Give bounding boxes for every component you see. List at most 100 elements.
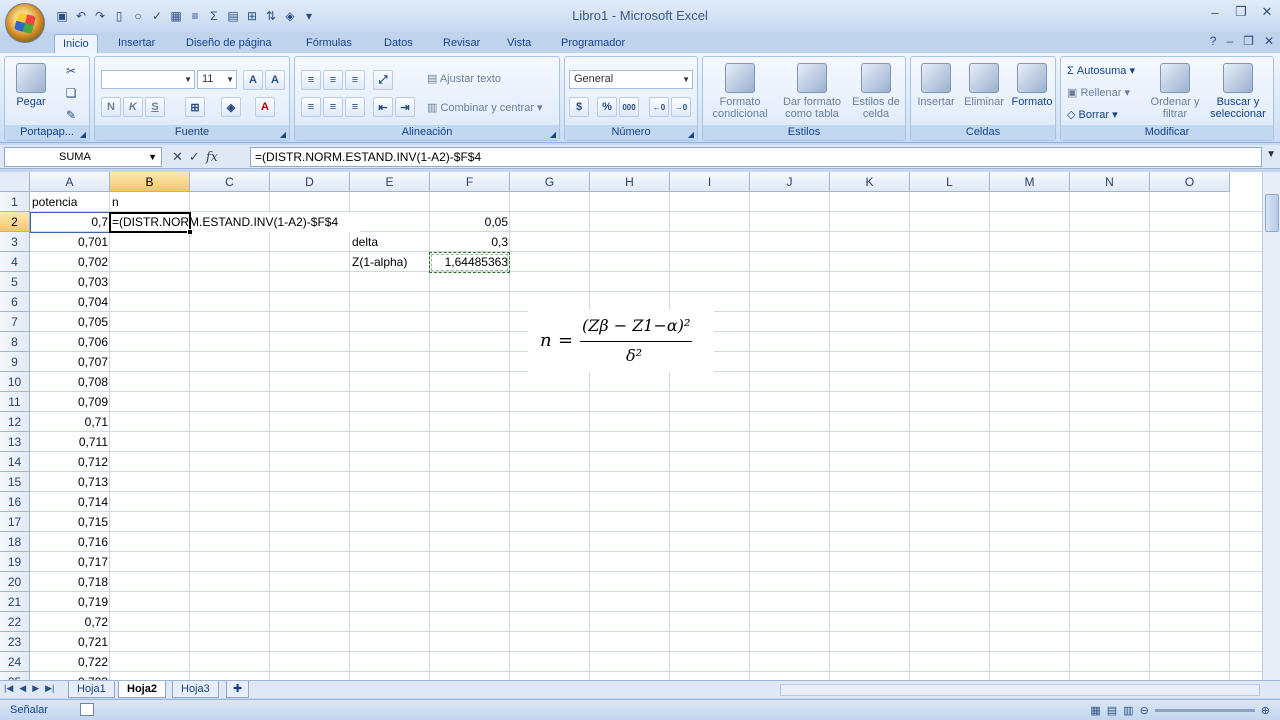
minimize-icon[interactable]: –: [1202, 0, 1228, 24]
column-header-n[interactable]: N: [1070, 172, 1150, 192]
row-header-18[interactable]: 18: [0, 532, 30, 552]
font-color-icon[interactable]: A: [255, 97, 275, 117]
currency-button[interactable]: $: [569, 97, 589, 117]
cell-a15[interactable]: 0,713: [30, 472, 110, 492]
row-header-11[interactable]: 11: [0, 392, 30, 412]
format-cells-button[interactable]: Formato: [1009, 63, 1055, 108]
cell-a5[interactable]: 0,703: [30, 272, 110, 292]
column-header-c[interactable]: C: [190, 172, 270, 192]
cell-a7[interactable]: 0,705: [30, 312, 110, 332]
column-header-f[interactable]: F: [430, 172, 510, 192]
tab-programador[interactable]: Programador: [553, 34, 633, 54]
row-header-2[interactable]: 2: [0, 212, 30, 232]
cell-a2[interactable]: 0,7: [30, 212, 110, 232]
enter-icon[interactable]: ✓: [189, 149, 200, 165]
equation-object[interactable]: n = (Zβ − Z1−α)² δ²: [528, 310, 714, 372]
sheet-tab-hoja3[interactable]: Hoja3: [172, 681, 219, 698]
copy-icon[interactable]: ❏: [63, 85, 79, 101]
cell-f4[interactable]: 1,64485363: [430, 252, 510, 272]
cell-a19[interactable]: 0,717: [30, 552, 110, 572]
column-header-l[interactable]: L: [910, 172, 990, 192]
column-header-j[interactable]: J: [750, 172, 830, 192]
launcher-icon[interactable]: ◢: [280, 127, 286, 142]
tab-inicio[interactable]: Inicio: [54, 34, 98, 54]
insert-sheet-icon[interactable]: ✚: [226, 681, 250, 698]
row-header-1[interactable]: 1: [0, 192, 30, 212]
row-header-23[interactable]: 23: [0, 632, 30, 652]
row-header-16[interactable]: 16: [0, 492, 30, 512]
row-header-4[interactable]: 4: [0, 252, 30, 272]
zoom-out-icon[interactable]: ⊖: [1140, 704, 1149, 717]
cell-a23[interactable]: 0,721: [30, 632, 110, 652]
wrap-text-button[interactable]: ▤ Ajustar texto: [427, 69, 501, 89]
macro-record-icon[interactable]: [80, 703, 94, 716]
row-header-25[interactable]: 25: [0, 672, 30, 680]
last-sheet-icon[interactable]: ▶|: [45, 683, 54, 694]
italic-button[interactable]: K: [123, 97, 143, 117]
vertical-scrollbar[interactable]: [1262, 172, 1280, 680]
fill-color-icon[interactable]: ◈: [221, 97, 241, 117]
cell-a1[interactable]: potencia: [30, 192, 110, 212]
row-header-19[interactable]: 19: [0, 552, 30, 572]
cell-b1[interactable]: n: [110, 192, 190, 212]
help-icon[interactable]: ?: [1210, 34, 1217, 48]
cut-icon[interactable]: ✂: [63, 63, 79, 79]
borders-icon[interactable]: ⊞: [185, 97, 205, 117]
align-bottom-icon[interactable]: ≡: [345, 70, 365, 90]
column-header-a[interactable]: A: [30, 172, 110, 192]
column-header-m[interactable]: M: [990, 172, 1070, 192]
align-center-icon[interactable]: ≡: [323, 97, 343, 117]
cell-a10[interactable]: 0,708: [30, 372, 110, 392]
cell-a20[interactable]: 0,718: [30, 572, 110, 592]
cell-a17[interactable]: 0,715: [30, 512, 110, 532]
row-header-24[interactable]: 24: [0, 652, 30, 672]
cell-a22[interactable]: 0,72: [30, 612, 110, 632]
restore-icon[interactable]: ❐: [1228, 0, 1254, 24]
percent-button[interactable]: %: [597, 97, 617, 117]
cell-a13[interactable]: 0,711: [30, 432, 110, 452]
cell-a18[interactable]: 0,716: [30, 532, 110, 552]
tab-diseno-pagina[interactable]: Diseño de página: [178, 34, 280, 54]
format-as-table-button[interactable]: Dar formato como tabla: [777, 63, 847, 120]
column-header-k[interactable]: K: [830, 172, 910, 192]
increase-indent-icon[interactable]: ⇥: [395, 97, 415, 117]
number-format-box[interactable]: General ▼: [569, 70, 693, 89]
sort-filter-button[interactable]: Ordenar y filtrar: [1147, 63, 1203, 120]
next-sheet-icon[interactable]: ▶: [32, 683, 39, 694]
horizontal-scrollbar[interactable]: [780, 684, 1260, 696]
increase-decimal-icon[interactable]: ←0: [649, 97, 669, 117]
cell-a11[interactable]: 0,709: [30, 392, 110, 412]
cell-a8[interactable]: 0,706: [30, 332, 110, 352]
row-header-6[interactable]: 6: [0, 292, 30, 312]
row-header-14[interactable]: 14: [0, 452, 30, 472]
column-header-d[interactable]: D: [270, 172, 350, 192]
normal-view-icon[interactable]: ▦: [1090, 704, 1100, 717]
row-header-17[interactable]: 17: [0, 512, 30, 532]
cell-a21[interactable]: 0,719: [30, 592, 110, 612]
cell-a24[interactable]: 0,722: [30, 652, 110, 672]
align-right-icon[interactable]: ≡: [345, 97, 365, 117]
close-icon[interactable]: ✕: [1254, 0, 1280, 24]
cell-a25[interactable]: 0,723: [30, 672, 110, 680]
row-header-15[interactable]: 15: [0, 472, 30, 492]
paste-button[interactable]: Pegar: [11, 63, 51, 108]
cell-a12[interactable]: 0,71: [30, 412, 110, 432]
insert-cells-button[interactable]: Insertar: [913, 63, 959, 108]
zoom-slider[interactable]: [1154, 709, 1255, 712]
row-header-22[interactable]: 22: [0, 612, 30, 632]
column-header-g[interactable]: G: [510, 172, 590, 192]
decrease-indent-icon[interactable]: ⇤: [373, 97, 393, 117]
tab-formulas[interactable]: Fórmulas: [298, 34, 360, 54]
zoom-in-icon[interactable]: ⊕: [1261, 704, 1270, 717]
row-header-7[interactable]: 7: [0, 312, 30, 332]
column-header-b[interactable]: B: [110, 172, 190, 192]
find-select-button[interactable]: Buscar y seleccionar: [1205, 63, 1271, 120]
cell-e3[interactable]: delta: [350, 232, 430, 252]
row-header-10[interactable]: 10: [0, 372, 30, 392]
office-button[interactable]: [5, 3, 45, 43]
row-header-9[interactable]: 9: [0, 352, 30, 372]
cell-e4[interactable]: Z(1-alpha): [350, 252, 430, 272]
align-top-icon[interactable]: ≡: [301, 70, 321, 90]
sheet-tab-hoja1[interactable]: Hoja1: [68, 681, 115, 698]
font-size-box[interactable]: 11 ▼: [197, 70, 237, 89]
